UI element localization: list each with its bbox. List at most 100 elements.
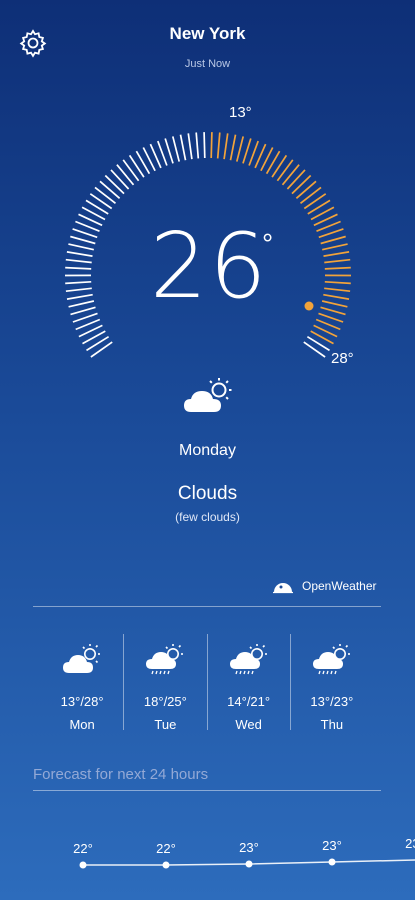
forecast-day-name: Tue — [154, 717, 177, 732]
dial-tick — [99, 180, 121, 199]
forecast-range: 13°/28° — [60, 694, 104, 709]
hourly-point — [328, 858, 336, 866]
dial-tick — [321, 300, 348, 308]
partly-cloudy-icon — [184, 378, 232, 412]
dial-tick — [89, 193, 113, 210]
hourly-point — [245, 860, 253, 868]
city-title: New York — [169, 24, 246, 43]
dial-tick — [303, 341, 326, 358]
dial-tick — [72, 312, 98, 323]
current-temperature: 26 — [150, 214, 269, 319]
rain-cloud-icon — [146, 644, 184, 675]
dial-tick — [195, 132, 200, 159]
forecast-day[interactable]: 18°/25° Tue — [123, 634, 206, 732]
dial-tick — [94, 186, 117, 204]
dial-tick — [242, 138, 252, 164]
forecast-range: 18°/25° — [143, 694, 187, 709]
dial-tick — [65, 258, 92, 264]
dial-tick — [179, 134, 187, 161]
dial-tick — [210, 132, 213, 159]
divider — [33, 790, 381, 791]
forecast-day[interactable]: 13°/28° Mon — [41, 634, 123, 732]
dial-tick — [299, 186, 322, 204]
provider-name: OpenWeather — [302, 579, 377, 593]
hourly-temp: 22° — [73, 841, 93, 856]
dial-tick — [68, 300, 95, 308]
dial-tick — [318, 312, 344, 323]
forecast-day[interactable]: 13°/23° Thu — [289, 634, 373, 732]
rain-cloud-icon — [229, 644, 267, 675]
dial-tick — [235, 136, 245, 162]
dial-tick — [65, 287, 92, 293]
dial-tick — [248, 140, 259, 166]
dial-tick — [291, 174, 312, 195]
daily-forecast: 13°/28° Mon 18°/25° Tue 14°/21° Wed 13°/… — [41, 634, 373, 732]
dial-tick — [286, 169, 306, 190]
condition-title: Clouds — [177, 483, 238, 504]
rain-cloud-icon — [312, 644, 350, 675]
last-updated: Just Now — [184, 58, 231, 70]
hourly-point — [162, 861, 170, 869]
dial-tick — [128, 154, 145, 178]
dial-tick — [90, 341, 113, 358]
current-day: Monday — [179, 442, 236, 459]
dial-tick — [229, 134, 237, 161]
dial-tick — [68, 243, 94, 251]
dial-tick — [323, 251, 350, 257]
dial-tick — [324, 266, 351, 270]
dial-tick — [216, 132, 221, 159]
dial-tick — [104, 174, 125, 195]
openweather-icon — [273, 583, 293, 594]
dial-tick — [320, 235, 346, 245]
dial-tick — [110, 169, 130, 190]
divider — [33, 606, 381, 607]
dial-tick — [281, 164, 300, 186]
forecast-range: 13°/23° — [310, 694, 354, 709]
dial-tick — [70, 235, 96, 245]
dial-tick — [295, 180, 317, 199]
forecast-day[interactable]: 14°/21° Wed — [206, 634, 290, 732]
dial-tick — [65, 266, 92, 270]
forecast-range: 14°/21° — [227, 694, 271, 709]
dial-tick — [157, 140, 168, 166]
dial-tick — [65, 280, 92, 285]
dial-tick — [66, 293, 93, 300]
dial-tick — [66, 251, 93, 257]
current-position-dot — [304, 301, 314, 311]
dial-tick — [223, 133, 229, 160]
forecast-day-name: Mon — [69, 717, 95, 732]
hourly-temp: 22° — [156, 841, 176, 856]
dial-tick — [271, 154, 288, 178]
forecast-day-name: Wed — [235, 717, 262, 732]
hourly-temp: 23° — [239, 840, 259, 855]
hourly-temp: 23° — [405, 836, 415, 851]
dial-tick — [171, 136, 181, 162]
dial-label-right: 28° — [331, 350, 354, 367]
dial-tick — [116, 164, 135, 186]
dial-tick — [276, 159, 294, 182]
hourly-forecast-line: 22° 22° 23° 23° 23° — [73, 836, 415, 869]
dial-tick — [320, 306, 346, 316]
dial-tick — [324, 258, 351, 264]
hourly-point — [79, 861, 87, 869]
provider-link[interactable]: OpenWeather — [272, 578, 377, 594]
dial-tick — [203, 132, 206, 159]
dial-tick — [324, 287, 351, 293]
dial-tick — [72, 228, 98, 239]
dial-tick — [323, 293, 350, 300]
partly-cloudy-icon — [63, 644, 100, 673]
degree-symbol: ° — [262, 228, 274, 259]
dial-tick — [70, 306, 96, 316]
dial-tick — [164, 138, 174, 164]
forecast-day-name: Thu — [320, 717, 344, 732]
dial-tick — [324, 280, 351, 285]
condition-detail: (few clouds) — [175, 510, 240, 524]
dial-label-top: 13° — [229, 104, 252, 121]
dial-tick — [303, 193, 327, 210]
dial-tick — [322, 243, 348, 251]
dial-tick — [187, 133, 193, 160]
hourly-forecast-title: Forecast for next 24 hours — [33, 766, 209, 783]
dial-tick — [318, 228, 344, 239]
dial-tick — [122, 159, 140, 182]
hourly-temp: 23° — [322, 838, 342, 853]
